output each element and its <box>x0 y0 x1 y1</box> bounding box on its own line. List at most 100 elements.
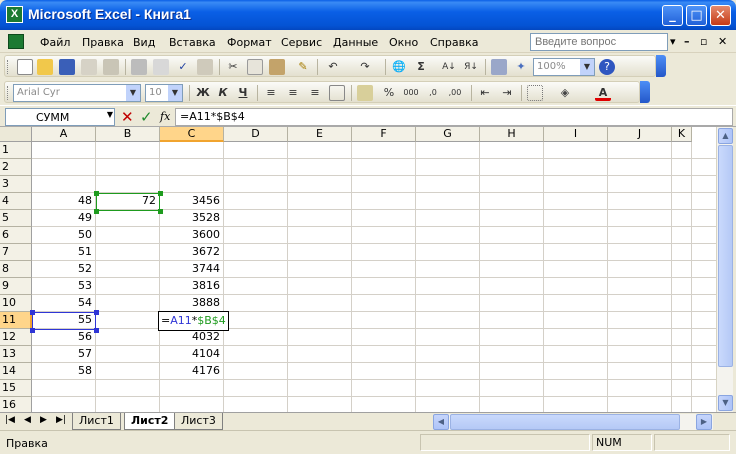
cell-c12[interactable]: 4032 <box>160 329 223 346</box>
resize-handle[interactable] <box>94 310 99 315</box>
menu-insert[interactable]: Вставка <box>169 36 216 49</box>
bold-button[interactable]: Ж <box>195 85 211 101</box>
row-header-5[interactable]: 5 <box>0 210 32 227</box>
menu-help[interactable]: Справка <box>430 36 478 49</box>
autosum-icon[interactable]: Σ <box>413 59 429 75</box>
decrease-decimal-icon[interactable]: ,00 <box>447 85 463 101</box>
open-icon[interactable] <box>37 59 53 75</box>
column-header-f[interactable]: F <box>352 127 416 142</box>
undo-icon[interactable]: ↶ <box>325 59 341 75</box>
scroll-up-icon[interactable]: ▲ <box>718 128 733 144</box>
drawing-icon[interactable]: ✦ <box>513 59 529 75</box>
copy-icon[interactable] <box>247 59 263 75</box>
toolbar-grip[interactable] <box>7 86 10 100</box>
underline-button[interactable]: Ч <box>235 85 251 101</box>
menu-tools[interactable]: Сервис <box>281 36 322 49</box>
column-header-k[interactable]: K <box>672 127 692 142</box>
menu-data[interactable]: Данные <box>333 36 378 49</box>
minimize-button[interactable]: _ <box>662 5 683 26</box>
insert-function-button[interactable]: fx <box>160 110 170 123</box>
save-icon[interactable] <box>59 59 75 75</box>
borders-icon[interactable] <box>527 85 543 101</box>
tab-sheet3[interactable]: Лист3 <box>174 413 223 430</box>
horizontal-scroll-thumb[interactable] <box>450 414 680 430</box>
cell-a14[interactable]: 58 <box>32 363 95 380</box>
row-header-2[interactable]: 2 <box>0 159 32 176</box>
zoom-select[interactable]: 100% ▼ <box>533 58 595 76</box>
doc-minimize-button[interactable]: – <box>684 35 690 48</box>
column-header-a[interactable]: A <box>32 127 96 142</box>
thousands-button[interactable]: 000 <box>403 85 419 101</box>
cell-a9[interactable]: 53 <box>32 278 95 295</box>
merge-center-icon[interactable] <box>329 85 345 101</box>
paste-icon[interactable] <box>269 59 285 75</box>
column-header-e[interactable]: E <box>288 127 352 142</box>
align-center-icon[interactable]: ≡ <box>285 85 301 101</box>
resize-handle[interactable] <box>94 209 99 214</box>
cell-a4[interactable]: 48 <box>32 193 95 210</box>
menu-file[interactable]: Файл <box>40 36 70 49</box>
cell-c8[interactable]: 3744 <box>160 261 223 278</box>
row-header-8[interactable]: 8 <box>0 261 32 278</box>
cell-c6[interactable]: 3600 <box>160 227 223 244</box>
cell-c11-editor[interactable]: =A11*$B$4 <box>158 311 229 331</box>
decrease-indent-icon[interactable]: ⇤ <box>477 85 493 101</box>
row-header-1[interactable]: 1 <box>0 142 32 159</box>
doc-close-button[interactable]: ✕ <box>718 35 727 48</box>
last-sheet-icon[interactable]: ▶| <box>56 415 66 425</box>
help-icon[interactable]: ? <box>599 59 615 75</box>
cell-a10[interactable]: 54 <box>32 295 95 312</box>
email-icon[interactable] <box>103 59 119 75</box>
font-color-button[interactable]: A <box>595 85 611 101</box>
worksheet-grid[interactable]: A B C D E F G H I J K 1 2 3 4 5 6 7 8 9 10 11 12 13 14 15 16 48 49 50… <box>0 127 716 412</box>
column-header-i[interactable]: I <box>544 127 608 142</box>
close-button[interactable]: ✕ <box>710 5 731 26</box>
select-all-button[interactable] <box>0 127 32 142</box>
chevron-down-icon[interactable]: ▼ <box>580 59 594 75</box>
new-icon[interactable] <box>17 59 33 75</box>
row-header-12[interactable]: 12 <box>0 329 32 346</box>
increase-indent-icon[interactable]: ⇥ <box>499 85 515 101</box>
align-right-icon[interactable]: ≡ <box>307 85 323 101</box>
row-header-4[interactable]: 4 <box>0 193 32 210</box>
vertical-scroll-thumb[interactable] <box>718 145 733 367</box>
percent-button[interactable]: % <box>381 85 397 101</box>
menu-edit[interactable]: Правка <box>82 36 124 49</box>
row-header-14[interactable]: 14 <box>0 363 32 380</box>
sort-descending-icon[interactable]: Я↓ <box>463 59 479 75</box>
resize-handle[interactable] <box>30 328 35 333</box>
resize-handle[interactable] <box>94 328 99 333</box>
hyperlink-icon[interactable]: 🌐 <box>391 59 407 75</box>
fill-color-icon[interactable]: ◈ <box>557 85 573 101</box>
research-icon[interactable] <box>197 59 213 75</box>
font-name-select[interactable]: Arial Cyr ▼ <box>13 84 141 102</box>
row-header-16[interactable]: 16 <box>0 397 32 412</box>
enter-icon[interactable]: ✓ <box>140 108 153 126</box>
tab-sheet1[interactable]: Лист1 <box>72 413 121 430</box>
menu-view[interactable]: Вид <box>133 36 155 49</box>
row-header-11[interactable]: 11 <box>0 312 32 329</box>
workbook-icon[interactable] <box>8 34 24 49</box>
cell-a5[interactable]: 49 <box>32 210 95 227</box>
maximize-button[interactable]: □ <box>686 5 707 26</box>
increase-decimal-icon[interactable]: ,0 <box>425 85 441 101</box>
formula-input[interactable]: =A11*$B$4 <box>175 108 733 126</box>
row-header-3[interactable]: 3 <box>0 176 32 193</box>
cell-c5[interactable]: 3528 <box>160 210 223 227</box>
font-size-select[interactable]: 10 ▼ <box>145 84 183 102</box>
toolbar-options-icon[interactable] <box>640 81 650 103</box>
cell-c10[interactable]: 3888 <box>160 295 223 312</box>
next-sheet-icon[interactable]: ▶ <box>40 415 47 425</box>
toolbar-grip[interactable] <box>7 60 10 74</box>
permission-icon[interactable] <box>81 59 97 75</box>
cell-c7[interactable]: 3672 <box>160 244 223 261</box>
resize-handle[interactable] <box>158 209 163 214</box>
spelling-icon[interactable]: ✓ <box>175 59 191 75</box>
ask-question-input[interactable] <box>530 33 668 51</box>
chevron-down-icon[interactable]: ▼ <box>107 110 113 119</box>
cancel-icon[interactable]: ✕ <box>121 108 134 126</box>
cell-a12[interactable]: 56 <box>32 329 95 346</box>
cell-c14[interactable]: 4176 <box>160 363 223 380</box>
sort-ascending-icon[interactable]: A↓ <box>441 59 457 75</box>
scroll-down-icon[interactable]: ▼ <box>718 395 733 411</box>
